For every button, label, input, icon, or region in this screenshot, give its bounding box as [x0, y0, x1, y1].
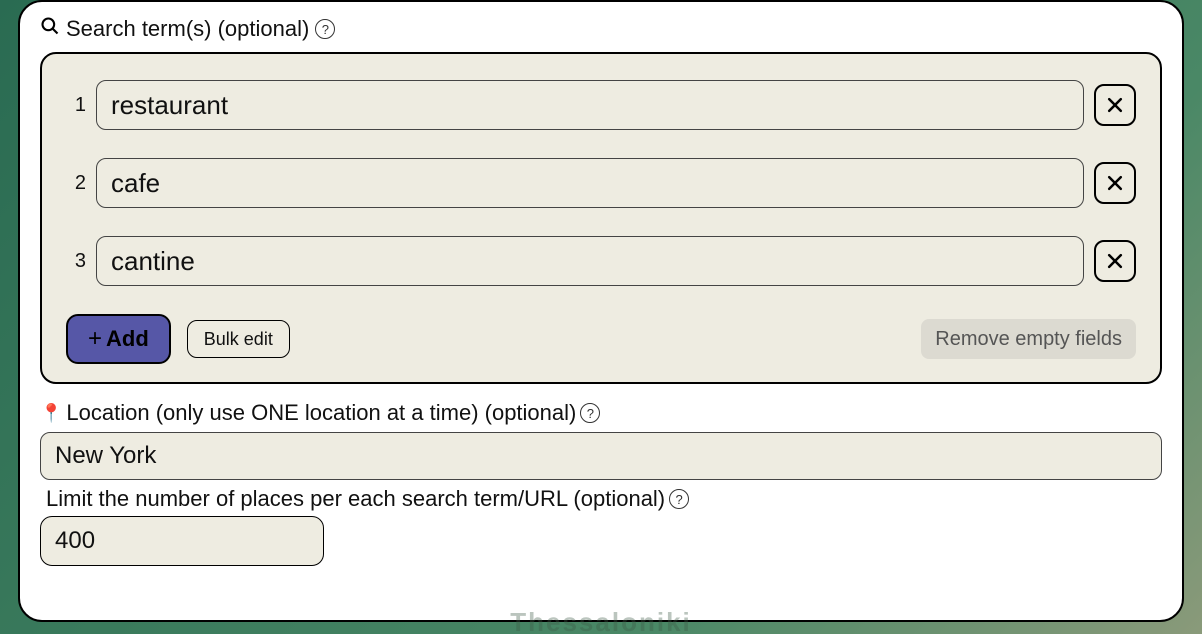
row-number: 2 [66, 172, 86, 195]
limit-input[interactable] [41, 517, 324, 565]
row-number: 1 [66, 94, 86, 117]
search-term-input[interactable] [96, 236, 1084, 286]
add-term-button[interactable]: + Add [66, 314, 171, 364]
search-terms-heading: Search term(s) (optional) ? [40, 16, 1162, 42]
close-icon [1105, 251, 1125, 271]
location-input[interactable] [40, 432, 1162, 480]
remove-term-button[interactable] [1094, 162, 1136, 204]
bulk-edit-button[interactable]: Bulk edit [187, 320, 290, 358]
search-term-input[interactable] [96, 158, 1084, 208]
pin-icon: 📍 [40, 403, 62, 424]
limit-heading-text: Limit the number of places per each sear… [46, 486, 665, 512]
plus-icon: + [88, 325, 102, 353]
row-number: 3 [66, 250, 86, 273]
search-icon [40, 16, 60, 42]
term-row: 1 [66, 80, 1136, 130]
limit-heading: Limit the number of places per each sear… [40, 486, 1162, 512]
remove-term-button[interactable] [1094, 240, 1136, 282]
terms-actions-row: + Add Bulk edit Remove empty fields [66, 314, 1136, 364]
add-button-label: Add [106, 326, 149, 352]
help-icon[interactable]: ? [580, 403, 600, 423]
search-term-input[interactable] [96, 80, 1084, 130]
help-icon[interactable]: ? [315, 19, 335, 39]
help-icon[interactable]: ? [669, 489, 689, 509]
limit-stepper: + − [40, 516, 324, 566]
close-icon [1105, 173, 1125, 193]
search-terms-heading-text: Search term(s) (optional) [66, 16, 309, 42]
search-terms-group: 1 2 3 [40, 52, 1162, 384]
term-row: 2 [66, 158, 1136, 208]
term-row: 3 [66, 236, 1136, 286]
location-heading: 📍 Location (only use ONE location at a t… [40, 400, 1162, 426]
remove-empty-fields-button[interactable]: Remove empty fields [921, 319, 1136, 359]
location-heading-text: Location (only use ONE location at a tim… [66, 400, 576, 426]
remove-term-button[interactable] [1094, 84, 1136, 126]
close-icon [1105, 95, 1125, 115]
config-panel: Search term(s) (optional) ? 1 2 3 [18, 0, 1184, 622]
